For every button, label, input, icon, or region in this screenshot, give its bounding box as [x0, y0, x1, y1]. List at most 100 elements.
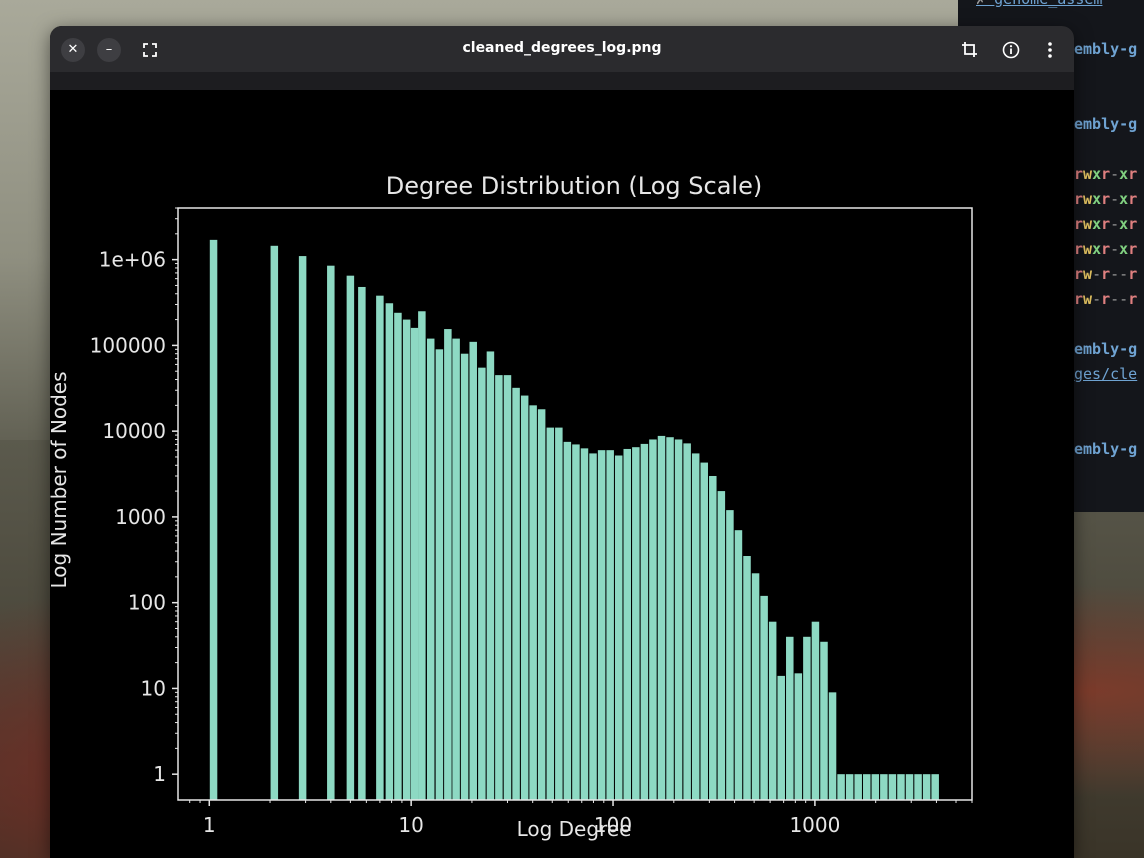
y-tick-label: 1000	[115, 505, 166, 529]
terminal-perm-line: rwxr-xr	[1074, 240, 1138, 258]
histogram-bar	[666, 437, 674, 800]
histogram-bar	[649, 439, 657, 800]
histogram-bar	[837, 774, 845, 800]
terminal-perm-line: rwxr-xr	[1074, 215, 1138, 233]
histogram-bar	[435, 349, 444, 800]
x-tick-label: 100	[594, 813, 632, 837]
histogram-bar	[760, 595, 768, 800]
histogram-bar	[871, 774, 880, 800]
histogram-bar	[863, 774, 871, 800]
histogram-bar	[743, 556, 751, 800]
histogram-bar	[606, 450, 614, 800]
histogram-bar	[358, 286, 366, 800]
crop-icon[interactable]	[958, 38, 982, 62]
histogram-bar	[734, 530, 743, 800]
histogram-bar	[529, 405, 537, 800]
histogram-bar	[410, 327, 419, 800]
histogram-bar	[478, 367, 486, 800]
y-tick-label: 10000	[102, 419, 166, 443]
histogram-bar	[537, 409, 546, 800]
histogram-bar	[486, 351, 495, 800]
x-tick-label: 1000	[789, 813, 840, 837]
histogram-bar	[820, 641, 828, 800]
histogram-bar	[897, 774, 905, 800]
histogram-bar	[691, 453, 700, 800]
toolbar-separator	[50, 72, 1074, 90]
histogram-bar	[751, 573, 760, 800]
x-tick-label: 1	[203, 813, 216, 837]
histogram-bar	[503, 375, 512, 800]
histogram-bar	[563, 441, 572, 800]
terminal-perm-line: rw-r--r	[1074, 265, 1138, 283]
histogram-bar	[777, 675, 785, 800]
terminal-prompt-line: embly-g	[1074, 115, 1138, 133]
terminal-path-link[interactable]: ges/cle	[1074, 365, 1137, 383]
histogram-bar	[726, 510, 734, 800]
histogram-bar	[555, 427, 563, 800]
y-tick-label: 100	[128, 591, 166, 615]
histogram-bar	[657, 435, 666, 800]
histogram-bar	[418, 311, 426, 800]
histogram-bar	[811, 621, 820, 800]
histogram-bar	[931, 774, 939, 800]
histogram-bar	[444, 329, 452, 800]
histogram-bar	[640, 443, 649, 800]
terminal-perm-line: rwxr-xr	[1074, 190, 1138, 208]
terminal-top-line: ✗ genome_assem	[976, 0, 1102, 8]
x-tick-label: 10	[398, 813, 423, 837]
chart-title: Degree Distribution (Log Scale)	[386, 172, 762, 200]
histogram-bar	[794, 673, 803, 800]
histogram-bar	[327, 265, 335, 800]
y-tick-label: 1e+06	[99, 248, 166, 272]
titlebar: ✕ – cleaned_degrees_log.png	[50, 26, 1074, 72]
histogram-bar	[402, 319, 411, 800]
terminal-prompt-line: embly-g	[1074, 40, 1138, 58]
histogram-bar	[426, 338, 435, 800]
histogram-bar	[270, 245, 279, 801]
histogram-bar	[674, 439, 683, 800]
histogram-bar	[614, 455, 623, 800]
y-tick-label: 100000	[90, 333, 166, 357]
histogram-bar	[495, 375, 503, 800]
histogram-bar	[880, 774, 888, 800]
image-viewer-window: ✕ – cleaned_degrees_log.png Degree Distr…	[50, 26, 1074, 858]
info-icon[interactable]	[999, 38, 1023, 62]
histogram-bar	[854, 774, 862, 800]
histogram-bar	[632, 447, 640, 800]
histogram-bar	[385, 303, 394, 800]
histogram-bar	[546, 427, 555, 800]
histogram-bar	[717, 491, 726, 800]
kebab-menu-icon[interactable]	[1038, 38, 1062, 62]
histogram-bar	[589, 453, 597, 800]
histogram-bar	[709, 475, 717, 800]
histogram-bar	[452, 338, 460, 800]
histogram-bar	[828, 692, 837, 800]
terminal-prompt-line: embly-g	[1074, 340, 1138, 358]
histogram-bar	[376, 295, 384, 800]
histogram-bar	[394, 312, 402, 800]
histogram-bar	[888, 774, 897, 800]
histogram-bar	[460, 353, 469, 800]
y-tick-label: 10	[141, 676, 166, 700]
histogram-bar	[580, 448, 589, 800]
terminal-perm-line: rwxr-xr	[1074, 165, 1138, 183]
histogram-bar	[786, 636, 794, 800]
histogram-bar	[346, 275, 355, 800]
histogram-bar	[209, 239, 218, 800]
histogram-bar	[845, 774, 854, 800]
histogram-bar	[469, 341, 477, 800]
window-title: cleaned_degrees_log.png	[462, 40, 662, 56]
terminal-prompt-line: embly-g	[1074, 440, 1138, 458]
histogram-bar	[623, 448, 631, 800]
histogram-bar	[914, 774, 922, 800]
histogram-bar	[572, 444, 580, 800]
histogram-bar	[922, 774, 931, 800]
degree-distribution-chart: Degree Distribution (Log Scale) Log Degr…	[50, 172, 973, 841]
histogram-bar	[700, 462, 708, 800]
y-axis-label: Log Number of Nodes	[50, 371, 71, 588]
terminal-perm-line: rw-r--r	[1074, 290, 1138, 308]
histogram-bar	[768, 621, 777, 800]
histogram-bar	[597, 450, 606, 800]
histogram-bar	[520, 395, 529, 800]
histogram-bar	[512, 387, 520, 800]
